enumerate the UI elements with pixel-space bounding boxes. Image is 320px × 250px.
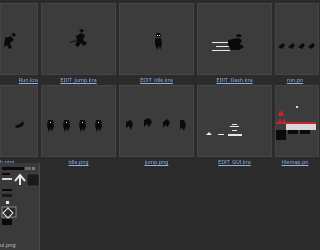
thumbnail	[275, 3, 319, 75]
file-name: ui.png	[0, 243, 16, 249]
file-tile-dash-png[interactable]: h.png	[0, 85, 38, 167]
thumbnail	[41, 3, 116, 75]
ninja-jump-sprite	[70, 29, 87, 47]
file-tile-edit-gui-kra[interactable]: EDIT_GUI.kra	[197, 85, 272, 167]
thumbnail	[197, 3, 272, 75]
thumbnail	[275, 85, 319, 157]
dash-spritesheet	[15, 121, 24, 128]
thumbnail	[41, 85, 116, 157]
thumbnail	[119, 85, 194, 157]
ninja-run-sprite	[4, 33, 16, 49]
file-tile-jump-png[interactable]: jump.png	[119, 85, 194, 167]
file-name: EDIT_Idle.kra	[140, 78, 173, 84]
file-name: Run.kra	[18, 78, 38, 84]
file-name: EDIT_Dash.kra	[216, 78, 253, 84]
file-name: run.pn	[286, 78, 304, 84]
file-name: EDIT_Jump.kra	[60, 78, 97, 84]
file-name: idle.png	[68, 160, 89, 166]
file-tile-edit-dash-kra[interactable]: EDIT_Dash.kra	[197, 3, 272, 85]
file-name: jump.png	[144, 160, 169, 166]
tilemap-preview	[276, 106, 316, 140]
file-tile-run-png[interactable]: run.pn	[275, 3, 319, 85]
file-browser-grid: Run.kra EDIT_Jump.kra EDIT_Idle.kra EDIT…	[0, 0, 319, 250]
file-name: tilemap.pn	[281, 160, 309, 166]
file-name: EDIT_GUI.kra	[218, 160, 251, 166]
file-tile-tilemap-png[interactable]: tilemap.pn	[275, 85, 319, 167]
thumbnail	[119, 3, 194, 75]
file-tile-edit-idle-kra[interactable]: EDIT_Idle.kra	[119, 3, 194, 85]
jump-spritesheet	[126, 118, 186, 131]
thumbnail	[0, 85, 38, 157]
idle-spritesheet	[47, 120, 102, 132]
file-tile-edit-jump-kra[interactable]: EDIT_Jump.kra	[41, 3, 116, 85]
thumbnail	[197, 85, 272, 157]
file-tile-idle-png[interactable]: idle.png	[41, 85, 116, 167]
gui-preview	[206, 124, 242, 136]
ninja-dash-sprite	[212, 34, 244, 51]
ui-elements-preview	[1, 167, 40, 225]
thumbnail	[0, 3, 38, 75]
ninja-idle-sprite	[155, 33, 162, 50]
run-spritesheet	[278, 43, 315, 49]
file-tile-run-kra[interactable]: Run.kra	[0, 3, 38, 85]
ui-png-preview-panel[interactable]: ui.png	[0, 163, 40, 250]
